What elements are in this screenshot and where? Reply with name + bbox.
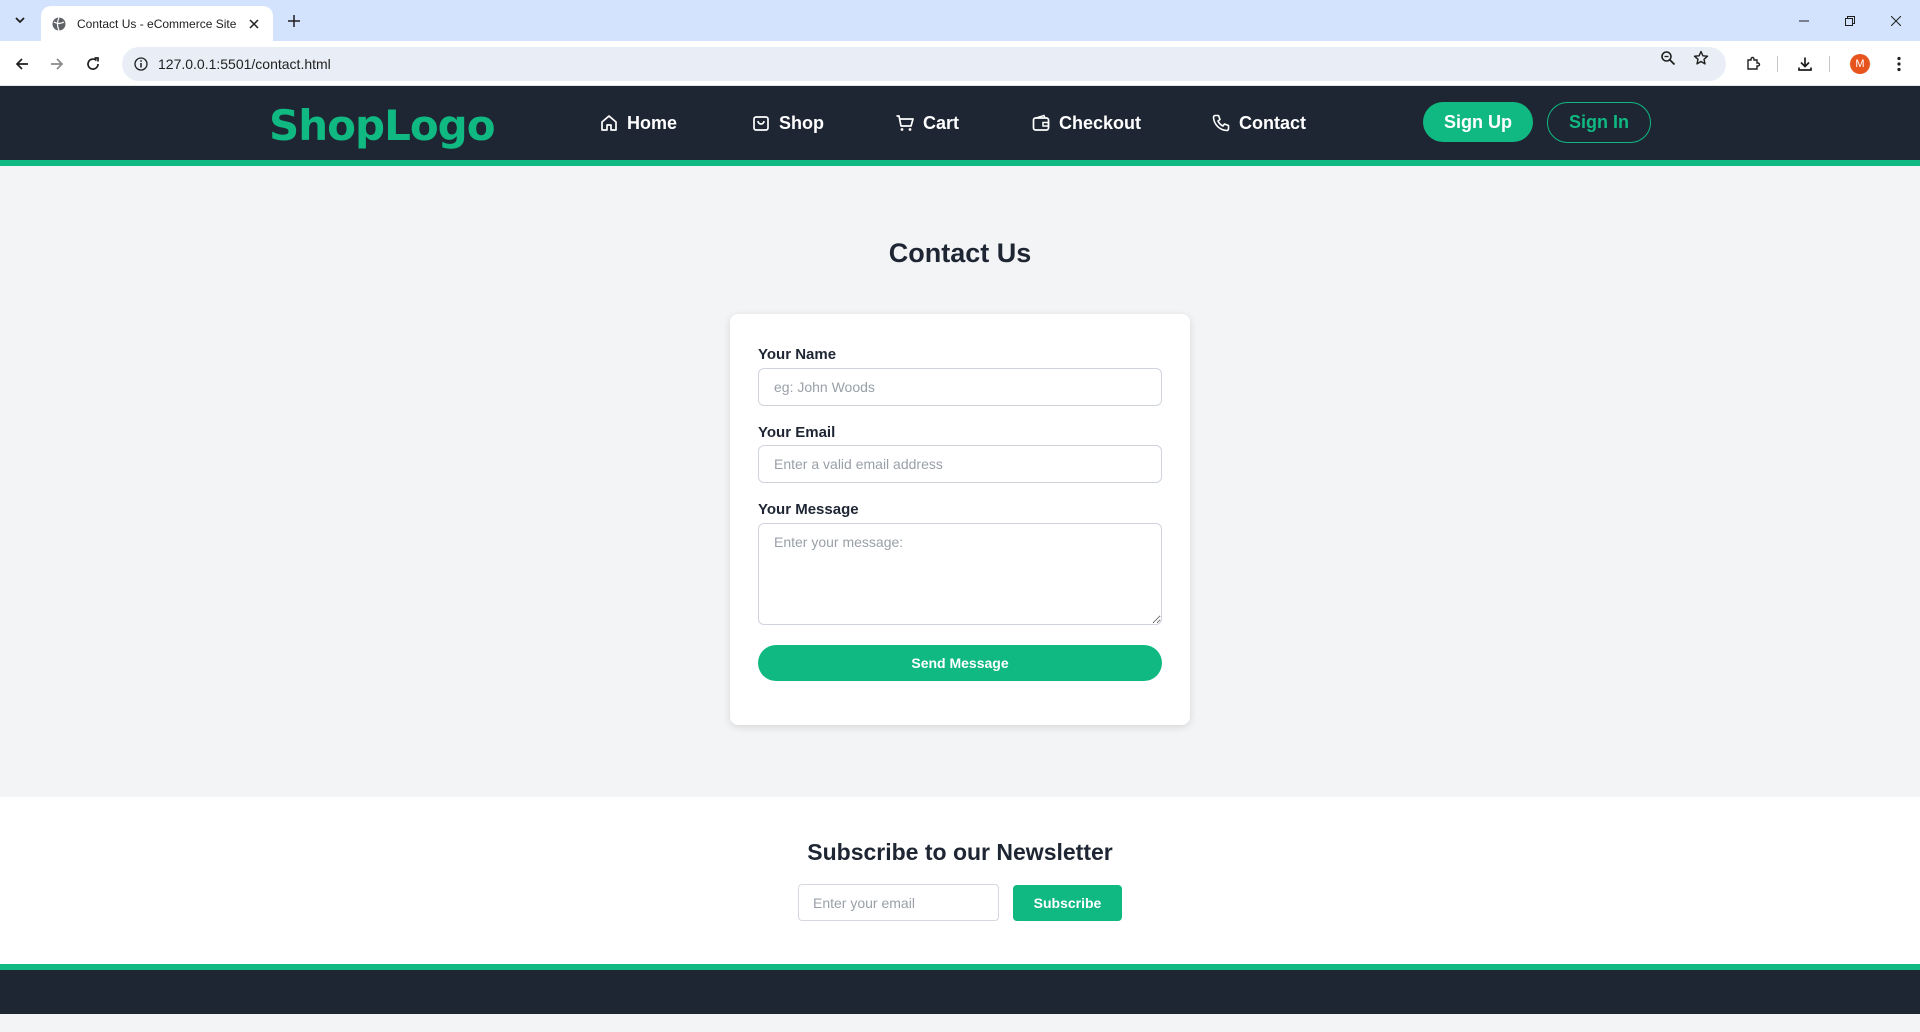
email-label: Your Email xyxy=(758,424,836,441)
message-label: Your Message xyxy=(758,501,859,518)
sign-in-button[interactable]: Sign In xyxy=(1547,102,1651,143)
contact-form-card: Your Name Your Email Your Message Send M… xyxy=(730,314,1190,725)
browser-toolbar: 127.0.0.1:5501/contact.html xyxy=(0,41,1920,86)
profile-avatar[interactable]: M xyxy=(1850,54,1870,74)
page-bottom-strip xyxy=(0,1014,1920,1032)
toolbar-divider xyxy=(1777,56,1778,72)
newsletter-email-input[interactable] xyxy=(798,884,999,921)
email-input[interactable] xyxy=(758,445,1162,483)
nav-home[interactable]: Home xyxy=(599,109,677,137)
browser-tab-active[interactable]: Contact Us - eCommerce Site xyxy=(41,6,273,41)
address-bar[interactable]: 127.0.0.1:5501/contact.html xyxy=(122,47,1726,81)
new-tab-plus-icon[interactable] xyxy=(281,8,307,34)
minimize-icon[interactable] xyxy=(1781,0,1827,41)
site-footer xyxy=(0,964,1920,1014)
window-close-icon[interactable] xyxy=(1873,0,1919,41)
page-title: Contact Us xyxy=(888,238,1032,268)
nav-shop[interactable]: Shop xyxy=(751,109,824,137)
home-icon xyxy=(601,115,617,131)
site-header: ShopLogo Home Shop Cart Checkout Contact… xyxy=(0,86,1920,166)
message-textarea[interactable] xyxy=(758,523,1162,625)
newsletter-title: Subscribe to our Newsletter xyxy=(807,839,1113,865)
name-label: Your Name xyxy=(758,346,837,363)
nav-checkout-label: Checkout xyxy=(1059,112,1142,133)
nav-cart-label: Cart xyxy=(923,112,960,133)
back-arrow-icon[interactable] xyxy=(8,50,36,78)
site-info-icon[interactable] xyxy=(130,53,152,75)
bookmark-star-icon[interactable] xyxy=(1690,47,1712,69)
name-input[interactable] xyxy=(758,368,1162,406)
download-icon[interactable] xyxy=(1791,50,1819,78)
kebab-menu-icon[interactable] xyxy=(1885,50,1913,78)
newsletter-section: Subscribe to our Newsletter Subscribe xyxy=(0,797,1920,964)
tab-list-chevron-icon[interactable] xyxy=(8,8,32,32)
wallet-icon xyxy=(1032,114,1050,131)
nav-cart[interactable]: Cart xyxy=(895,109,959,137)
tab-title: Contact Us - eCommerce Site xyxy=(77,16,237,31)
toolbar-divider xyxy=(1829,56,1830,72)
subscribe-button[interactable]: Subscribe xyxy=(1013,885,1122,921)
phone-icon xyxy=(1212,114,1230,132)
nav-home-label: Home xyxy=(627,112,678,133)
extensions-puzzle-icon[interactable] xyxy=(1739,50,1767,78)
globe-icon xyxy=(52,16,66,31)
zoom-icon[interactable] xyxy=(1657,47,1679,69)
nav-shop-label: Shop xyxy=(779,112,824,133)
close-icon[interactable] xyxy=(245,15,263,33)
sign-up-button[interactable]: Sign Up xyxy=(1423,102,1533,142)
nav-contact[interactable]: Contact xyxy=(1211,109,1306,137)
restore-icon[interactable] xyxy=(1827,0,1873,41)
cart-icon xyxy=(896,115,914,131)
bag-icon xyxy=(753,116,769,131)
browser-tab-bar: Contact Us - eCommerce Site xyxy=(0,0,1920,41)
nav-checkout[interactable]: Checkout xyxy=(1031,109,1141,137)
send-message-button[interactable]: Send Message xyxy=(758,645,1162,681)
nav-contact-label: Contact xyxy=(1239,112,1306,133)
reload-icon[interactable] xyxy=(79,50,107,78)
forward-arrow-icon[interactable] xyxy=(43,50,71,78)
url-text[interactable]: 127.0.0.1:5501/contact.html xyxy=(158,56,331,72)
site-logo[interactable]: ShopLogo xyxy=(269,101,496,150)
